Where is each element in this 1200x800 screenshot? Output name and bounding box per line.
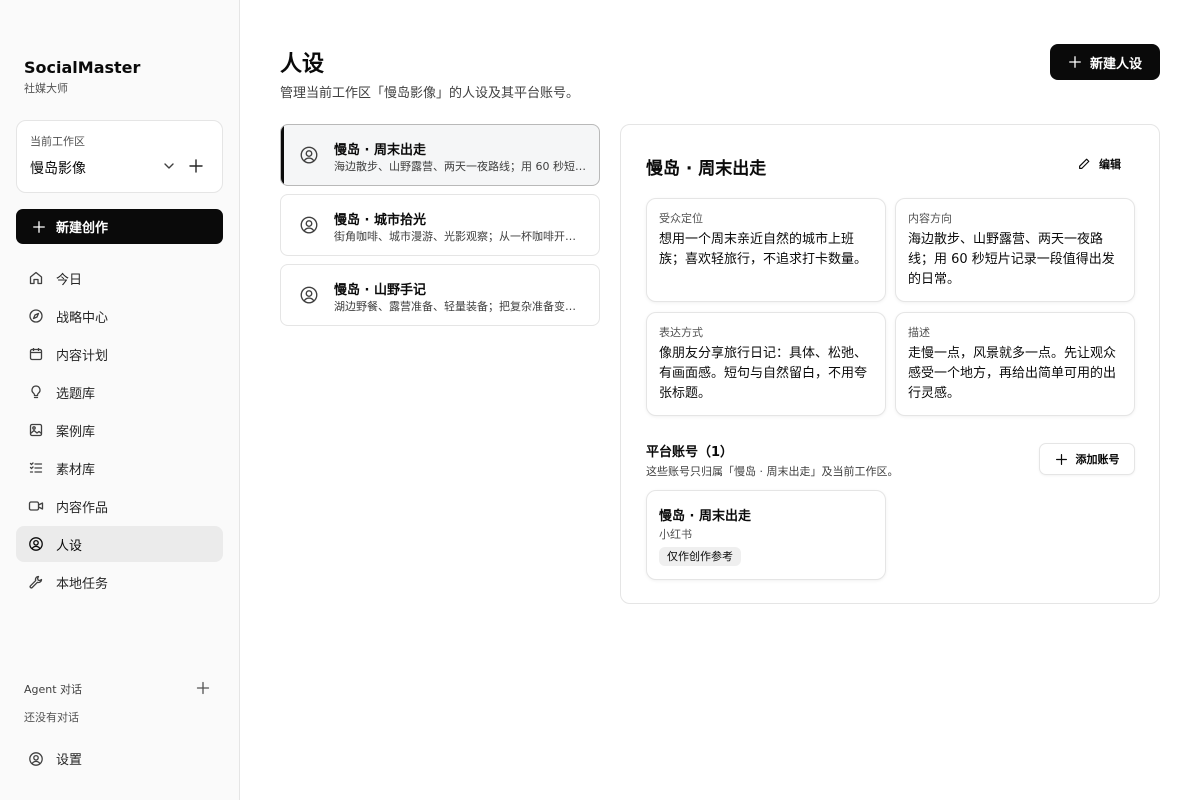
user-circle-icon <box>29 751 43 766</box>
info-text: 海边散步、山野露营、两天一夜路线；用 60 秒短片记录一段值得出发的日常。 <box>908 232 1115 287</box>
info-card-description: 描述 走慢一点，风景就多一点。先让观众感受一个地方，再给出简单可用的出行灵感。 <box>895 312 1135 416</box>
user-circle-icon <box>300 146 318 164</box>
persona-card[interactable]: 慢岛 · 城市拾光 街角咖啡、城市漫游、光影观察；从一杯咖啡开始，收集城市里的温… <box>280 194 600 256</box>
persona-detail-title: 慢岛 · 周末出走 <box>646 159 767 179</box>
edit-button[interactable]: 编辑 <box>1077 156 1121 172</box>
sidebar-item-strategy[interactable]: 战略中心 <box>16 298 223 334</box>
pencil-icon <box>1079 158 1090 169</box>
new-creation-label: 新建创作 <box>56 221 109 236</box>
calendar-icon <box>29 348 43 361</box>
info-text: 走慢一点，风景就多一点。先让观众感受一个地方，再给出简单可用的出行灵感。 <box>908 346 1117 401</box>
agent-section-label: Agent 对话 <box>24 683 83 696</box>
brand-subtitle: 社媒大师 <box>24 82 68 95</box>
new-creation-button[interactable]: 新建创作 <box>16 209 223 244</box>
sidebar-item-label: 战略中心 <box>56 310 109 326</box>
persona-name: 慢岛 · 城市拾光 <box>334 213 426 228</box>
page-subtitle: 管理当前工作区「慢岛影像」的人设及其平台账号。 <box>280 86 580 101</box>
user-circle-icon <box>300 286 318 304</box>
sidebar-item-label: 人设 <box>56 538 83 554</box>
add-account-label: 添加账号 <box>1075 453 1120 466</box>
add-workspace-icon[interactable] <box>188 158 204 174</box>
plus-icon <box>1055 453 1067 465</box>
info-card-audience: 受众定位 想用一个周末亲近自然的城市上班族；喜欢轻旅行，不追求打卡数量。 <box>646 198 886 302</box>
info-label: 内容方向 <box>908 212 952 225</box>
sidebar-item-cases[interactable]: 案例库 <box>16 412 223 448</box>
user-circle-icon <box>29 537 43 551</box>
sidebar-item-label: 选题库 <box>56 386 96 402</box>
info-card-style: 表达方式 像朋友分享旅行日记：具体、松弛、有画面感。短句与自然留白，不用夸张标题… <box>646 312 886 416</box>
add-conversation-icon[interactable] <box>195 680 211 696</box>
workspace-name: 慢岛影像 <box>30 161 86 177</box>
video-icon <box>28 501 44 511</box>
accounts-title: 平台账号（1） <box>646 445 734 460</box>
page-title: 人设 <box>280 52 325 77</box>
home-icon <box>29 271 43 285</box>
sidebar-item-label: 案例库 <box>56 424 96 440</box>
info-label: 描述 <box>908 326 930 339</box>
sidebar-item-today[interactable]: 今日 <box>16 260 223 296</box>
wrench-icon <box>29 575 43 589</box>
new-persona-button[interactable]: 新建人设 <box>1050 44 1160 80</box>
compass-icon <box>29 309 43 323</box>
sidebar-item-label: 今日 <box>56 272 83 288</box>
accounts-subtitle: 这些账号只归属「慢岛 · 周末出走」及当前工作区。 <box>646 465 899 478</box>
sidebar-nav: 今日 战略中心 内容计划 选题库 案例库 素材库 内容作品 人设 本地任务 <box>16 260 223 602</box>
sidebar-item-label: 内容作品 <box>56 500 109 516</box>
sidebar: SocialMaster 社媒大师 当前工作区 慢岛影像 新建创作 今日 战略中… <box>0 0 240 800</box>
sidebar-item-label: 内容计划 <box>56 348 109 364</box>
persona-name: 慢岛 · 周末出走 <box>334 143 426 158</box>
sidebar-item-content-plan[interactable]: 内容计划 <box>16 336 223 372</box>
info-label: 表达方式 <box>659 326 703 339</box>
persona-card[interactable]: 慢岛 · 周末出走 海边散步、山野露营、两天一夜路线；用 60 秒短片记录一段值… <box>280 124 600 186</box>
sidebar-item-works[interactable]: 内容作品 <box>16 488 223 524</box>
sidebar-item-label: 素材库 <box>56 462 96 478</box>
persona-desc: 街角咖啡、城市漫游、光影观察；从一杯咖啡开始，收集城市里的温柔片刻。 <box>334 230 586 243</box>
list-icon <box>29 462 43 473</box>
persona-list: 慢岛 · 周末出走 海边散步、山野露营、两天一夜路线；用 60 秒短片记录一段值… <box>280 124 600 334</box>
persona-desc: 湖边野餐、露营准备、轻量装备；把复杂准备变成一份轻松清单。 <box>334 300 586 313</box>
sidebar-item-materials[interactable]: 素材库 <box>16 450 223 486</box>
user-circle-icon <box>300 216 318 234</box>
sidebar-item-label: 本地任务 <box>56 576 109 592</box>
image-icon <box>29 423 43 437</box>
new-persona-label: 新建人设 <box>1089 56 1142 72</box>
brand-name: SocialMaster <box>24 58 141 77</box>
persona-card[interactable]: 慢岛 · 山野手记 湖边野餐、露营准备、轻量装备；把复杂准备变成一份轻松清单。 <box>280 264 600 326</box>
add-account-button[interactable]: 添加账号 <box>1039 443 1135 475</box>
plus-icon <box>33 220 45 233</box>
account-badge: 仅作创作参考 <box>659 547 741 566</box>
sidebar-item-persona[interactable]: 人设 <box>16 526 223 562</box>
persona-name: 慢岛 · 山野手记 <box>334 283 426 298</box>
lightbulb-icon <box>31 385 41 399</box>
settings-label: 设置 <box>56 753 83 768</box>
plus-icon <box>1069 56 1081 68</box>
agent-empty-text: 还没有对话 <box>24 711 79 724</box>
chevron-down-icon[interactable] <box>161 158 177 174</box>
workspace-label: 当前工作区 <box>30 135 85 148</box>
info-text: 想用一个周末亲近自然的城市上班族；喜欢轻旅行，不追求打卡数量。 <box>659 232 868 267</box>
settings-button[interactable]: 设置 <box>28 749 82 768</box>
info-text: 像朋友分享旅行日记：具体、松弛、有画面感。短句与自然留白，不用夸张标题。 <box>659 346 868 401</box>
brand: SocialMaster 社媒大师 <box>24 58 140 96</box>
info-card-direction: 内容方向 海边散步、山野露营、两天一夜路线；用 60 秒短片记录一段值得出发的日… <box>895 198 1135 302</box>
workspace-selector[interactable]: 当前工作区 慢岛影像 <box>16 120 223 193</box>
account-card[interactable]: 慢岛 · 周末出走 小红书 仅作创作参考 <box>646 490 886 580</box>
info-label: 受众定位 <box>659 212 703 225</box>
account-name: 慢岛 · 周末出走 <box>659 509 751 524</box>
account-platform: 小红书 <box>659 528 692 541</box>
persona-detail-panel: 慢岛 · 周末出走 编辑 受众定位 想用一个周末亲近自然的城市上班族；喜欢轻旅行… <box>620 124 1160 604</box>
sidebar-item-local-tasks[interactable]: 本地任务 <box>16 564 223 600</box>
sidebar-item-topics[interactable]: 选题库 <box>16 374 223 410</box>
persona-desc: 海边散步、山野露营、两天一夜路线；用 60 秒短片记录一段值得出发的日常。 <box>334 160 586 173</box>
edit-label: 编辑 <box>1099 158 1121 171</box>
